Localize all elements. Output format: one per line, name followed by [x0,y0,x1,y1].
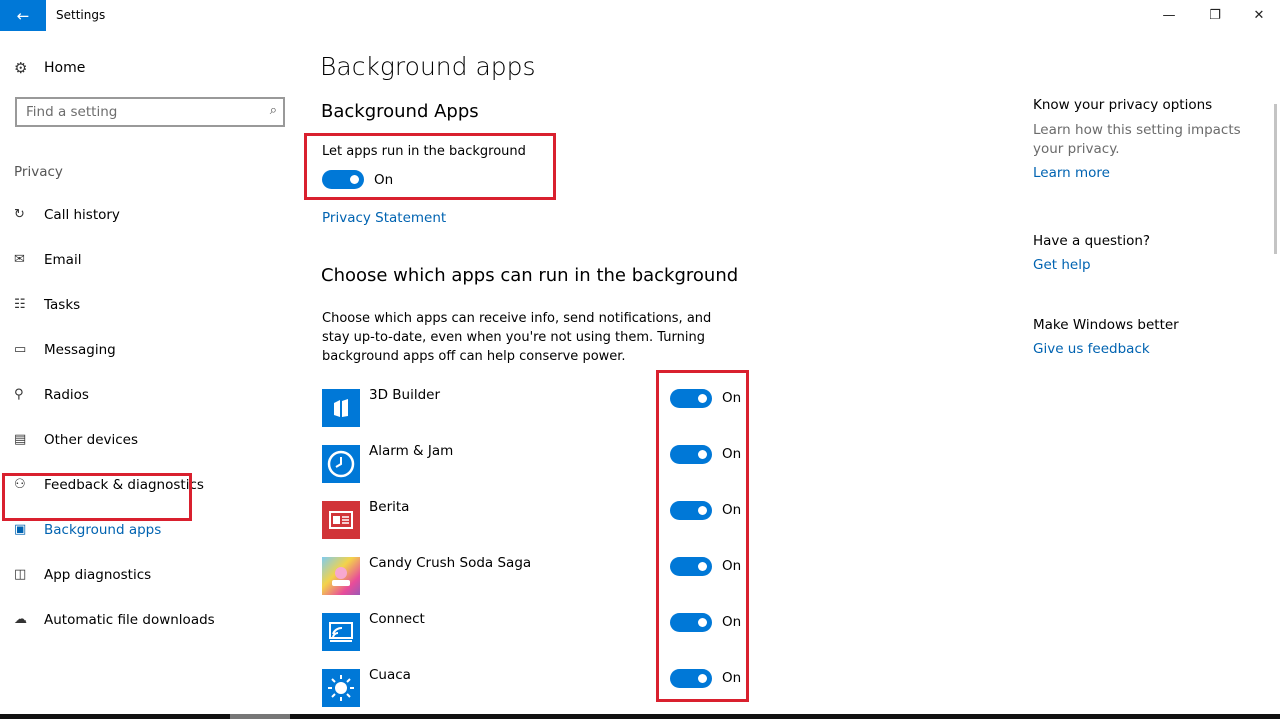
sidebar-item-label: Radios [44,386,89,403]
3d-builder-icon [322,389,360,427]
back-button[interactable]: ← [0,0,46,31]
background-apps-icon: ▣ [14,522,27,537]
section-title: Background Apps [321,101,479,122]
scrollbar[interactable] [1274,104,1277,254]
question-heading: Have a question? [1033,233,1151,249]
cloud-icon: ☁ [14,612,27,627]
search-input[interactable] [17,99,247,125]
back-arrow-icon: ← [16,6,30,25]
privacy-options-text: Learn how this setting impacts your priv… [1033,122,1241,157]
search-icon[interactable]: ⌕ [270,103,277,118]
highlight-box-nav [2,473,192,521]
radio-tower-icon: ⚲ [14,387,24,402]
taskbar-edge [0,714,1280,719]
sidebar-item-label: Email [44,251,82,268]
sidebar-item-label: Messaging [44,341,116,358]
sidebar-item-label: Tasks [44,296,81,313]
sidebar-item-label: Background apps [44,521,162,538]
choose-apps-description: Choose which apps can receive info, send… [322,311,712,364]
sidebar: ⚙ Home ⌕ Privacy ↻ Call history ✉ Email … [0,31,300,719]
sidebar-item-automatic-file-downloads[interactable]: ☁ Automatic file downloads [0,597,300,642]
email-icon: ✉ [14,252,25,267]
devices-icon: ▤ [14,432,27,447]
call-history-icon: ↻ [14,207,25,222]
weather-sun-icon [322,669,360,707]
sidebar-item-messaging[interactable]: ▭ Messaging [0,327,300,372]
choose-apps-title: Choose which apps can run in the backgro… [321,265,739,286]
highlight-box-app-toggles [656,370,749,702]
sidebar-item-tasks[interactable]: ☷ Tasks [0,282,300,327]
sidebar-item-label: Call history [44,206,120,223]
search-box: ⌕ [15,97,285,127]
make-windows-better-heading: Make Windows better [1033,317,1179,333]
sidebar-item-other-devices[interactable]: ▤ Other devices [0,417,300,462]
app-name: Berita [369,499,410,515]
app-name: Alarm & Jam [369,443,454,459]
sidebar-item-radios[interactable]: ⚲ Radios [0,372,300,417]
candy-crush-icon [322,557,360,595]
sidebar-item-app-diagnostics[interactable]: ◫ App diagnostics [0,552,300,597]
page-title: Background apps [320,52,536,81]
privacy-statement-link[interactable]: Privacy Statement [322,210,446,226]
sidebar-item-label: App diagnostics [44,566,152,583]
learn-more-link[interactable]: Learn more [1033,165,1263,181]
highlight-box-main-toggle [304,133,556,200]
title-bar: ← Settings — ❐ ✕ [0,0,1280,31]
minimize-icon: — [1162,8,1176,23]
privacy-nav-list: ↻ Call history ✉ Email ☷ Tasks ▭ Messagi… [0,192,300,642]
tasks-icon: ☷ [14,297,26,312]
close-icon: ✕ [1253,8,1265,23]
taskbar-edge-highlight [230,714,290,719]
app-name: Cuaca [369,667,411,683]
right-panel: Know your privacy options Learn how this… [1033,97,1263,357]
get-help-link[interactable]: Get help [1033,257,1263,273]
app-name: Candy Crush Soda Saga [369,555,532,571]
sidebar-item-label: Automatic file downloads [44,611,215,628]
window-title: Settings [56,8,106,22]
connect-icon [322,613,360,651]
close-button[interactable]: ✕ [1236,0,1280,31]
app-diagnostics-icon: ◫ [14,567,27,582]
news-icon [322,501,360,539]
give-feedback-link[interactable]: Give us feedback [1033,341,1263,357]
app-name: Connect [369,611,425,627]
messaging-icon: ▭ [14,342,27,357]
section-label-privacy: Privacy [14,164,63,180]
minimize-button[interactable]: — [1146,0,1192,31]
maximize-button[interactable]: ❐ [1192,0,1238,31]
gear-icon: ⚙ [14,59,28,77]
sidebar-item-label: Other devices [44,431,138,448]
home-nav-item[interactable]: ⚙ Home [14,59,85,77]
home-label: Home [44,60,86,76]
sidebar-item-email[interactable]: ✉ Email [0,237,300,282]
sidebar-item-call-history[interactable]: ↻ Call history [0,192,300,237]
restore-icon: ❐ [1209,8,1221,23]
alarm-clock-icon [322,445,360,483]
app-name: 3D Builder [369,387,441,403]
privacy-options-heading: Know your privacy options [1033,97,1213,113]
